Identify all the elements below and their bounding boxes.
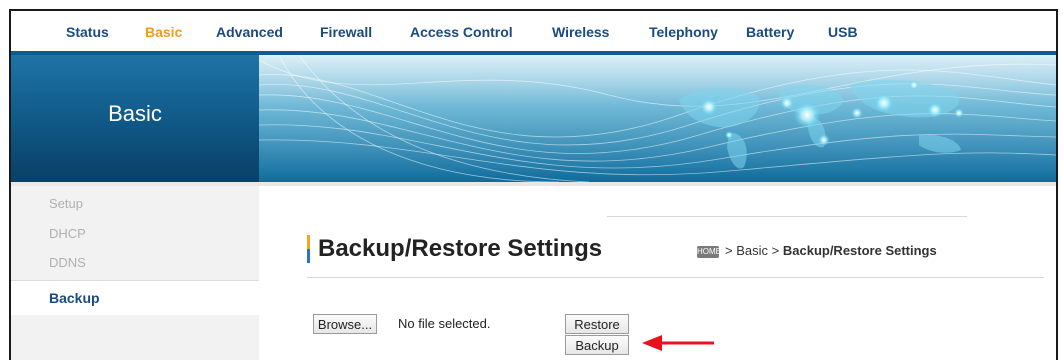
- file-status-text: No file selected.: [398, 316, 491, 331]
- restore-button[interactable]: Restore: [565, 314, 629, 334]
- breadcrumb-parent[interactable]: Basic: [736, 243, 768, 258]
- header-top-divider: [607, 216, 967, 217]
- section-banner: Basic: [11, 55, 259, 182]
- nav-usb[interactable]: USB: [828, 24, 858, 40]
- title-accent-bar: [307, 235, 311, 263]
- nav-status[interactable]: Status: [66, 24, 109, 40]
- browse-button[interactable]: Browse...: [313, 314, 377, 334]
- banner-world-map-image: [259, 55, 1056, 182]
- home-icon[interactable]: HOME: [697, 245, 721, 258]
- annotation-arrow-icon: [642, 335, 714, 351]
- sidebar-item-backup[interactable]: Backup: [11, 280, 259, 315]
- breadcrumb: HOME > Basic > Backup/Restore Settings: [697, 243, 937, 258]
- top-navigation: Status Basic Advanced Firewall Access Co…: [11, 11, 1056, 51]
- breadcrumb-separator: >: [725, 243, 733, 258]
- breadcrumb-current: Backup/Restore Settings: [782, 243, 937, 258]
- sidebar: Setup DHCP DDNS Backup: [11, 186, 259, 360]
- nav-basic[interactable]: Basic: [145, 24, 182, 40]
- nav-advanced[interactable]: Advanced: [216, 24, 283, 40]
- sidebar-item-ddns[interactable]: DDNS: [11, 249, 259, 277]
- app-frame: Status Basic Advanced Firewall Access Co…: [9, 9, 1058, 360]
- sidebar-item-setup[interactable]: Setup: [11, 190, 259, 218]
- section-title: Basic: [108, 101, 162, 126]
- nav-wireless[interactable]: Wireless: [552, 24, 609, 40]
- breadcrumb-separator: >: [771, 243, 780, 258]
- nav-telephony[interactable]: Telephony: [649, 24, 718, 40]
- nav-battery[interactable]: Battery: [746, 24, 794, 40]
- nav-firewall[interactable]: Firewall: [320, 24, 372, 40]
- header-divider: [307, 277, 1044, 278]
- nav-access-control[interactable]: Access Control: [410, 24, 513, 40]
- sidebar-item-dhcp[interactable]: DHCP: [11, 220, 259, 248]
- page-title: Backup/Restore Settings: [318, 235, 603, 262]
- backup-button[interactable]: Backup: [565, 335, 629, 355]
- world-map-graphic: [259, 55, 1056, 182]
